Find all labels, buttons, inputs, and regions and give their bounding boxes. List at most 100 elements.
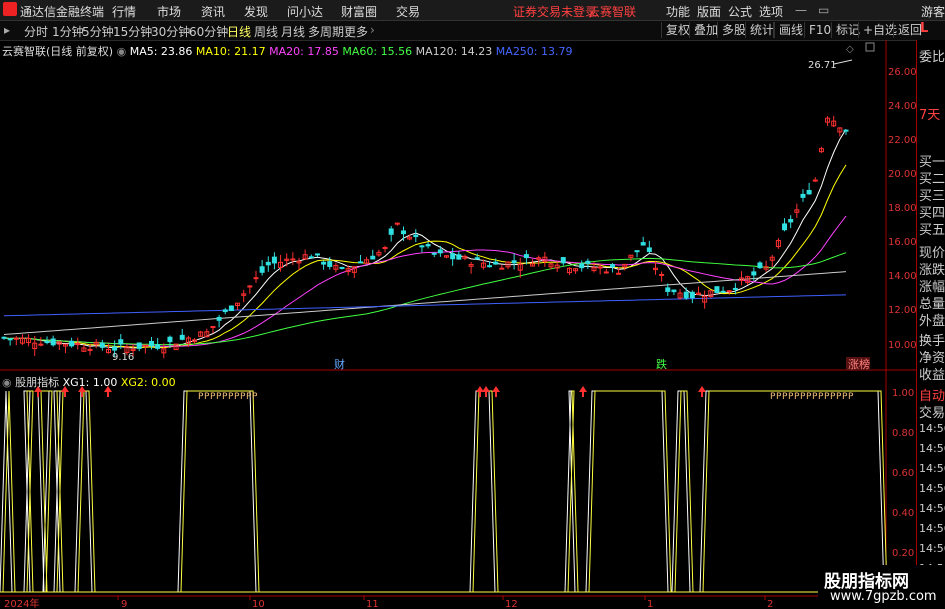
- side-7day[interactable]: 7天: [919, 104, 940, 123]
- event-marker-cai[interactable]: 财: [334, 357, 345, 371]
- candle-body: [357, 261, 363, 264]
- side-time: 14:56: [919, 522, 945, 535]
- candle-body: [118, 339, 124, 345]
- ma5-label: MA5: 23.86: [129, 45, 193, 58]
- maximize-chart-icon[interactable]: [865, 42, 875, 52]
- indicator-yaxis-labels: 1.00 0.80 0.60 0.40 0.20: [892, 388, 914, 559]
- menu-bar: 通达信金融终端 行情 市场 资讯 发现 问小达 财富圈 交易 证券交易未登录 云…: [0, 0, 945, 21]
- candle-body: [50, 338, 56, 346]
- menu-faxian[interactable]: 发现: [244, 3, 268, 20]
- watermark-box: 股朋指标网 www.7gpzb.com: [818, 565, 945, 609]
- candle-body: [247, 285, 253, 288]
- xtick: 9: [121, 599, 127, 609]
- menu-zixun[interactable]: 资讯: [201, 3, 225, 20]
- candle-body: [419, 245, 425, 248]
- candle-body: [228, 305, 234, 312]
- candle-body: [511, 260, 517, 264]
- xaxis-ticks: [117, 596, 766, 600]
- guest-label[interactable]: 游客: [921, 3, 945, 20]
- settings-icon[interactable]: ◉: [117, 45, 127, 58]
- diamond-icon[interactable]: ◇: [846, 44, 854, 55]
- draw-line-button[interactable]: 画线: [774, 22, 807, 38]
- candle-body: [609, 264, 615, 268]
- tab-period-1min[interactable]: 1分钟: [52, 23, 84, 40]
- tab-period-more[interactable]: 更多: [344, 23, 368, 40]
- candle-body: [843, 129, 849, 132]
- tab-period-multi[interactable]: 多周期: [308, 23, 344, 40]
- tab-period-daily[interactable]: 日线: [227, 23, 251, 40]
- buy-arrow-icon: [698, 386, 706, 392]
- ma250-label: MA250: 13.79: [495, 45, 573, 58]
- event-marker-die[interactable]: 跌: [656, 357, 667, 371]
- event-marker-zhangbang[interactable]: 涨榜: [848, 357, 870, 371]
- side-header: L: [920, 21, 929, 36]
- candle-body: [597, 266, 603, 269]
- tab-period-fenshi[interactable]: 分时: [24, 23, 48, 40]
- tab-period-15min[interactable]: 15分钟: [113, 23, 152, 40]
- indicator-settings-icon[interactable]: ◉: [2, 376, 12, 389]
- menu-hangqing[interactable]: 行情: [112, 3, 136, 20]
- high-price-pointer: [833, 59, 853, 65]
- menu-banmian[interactable]: 版面: [697, 3, 721, 20]
- candle-body: [290, 258, 296, 261]
- candle-body: [327, 261, 333, 267]
- candle-body: [585, 260, 591, 264]
- buy-arrow-icon: [492, 386, 500, 392]
- candle-body: [259, 266, 265, 273]
- toolbar-expand-icon[interactable]: ▸: [4, 23, 10, 37]
- ytick: 20.00: [888, 169, 916, 180]
- minimize-icon[interactable]: —: [795, 3, 807, 17]
- candle-body: [487, 265, 493, 268]
- side-weibi[interactable]: 委比: [919, 46, 945, 65]
- watermark-url: www.7gpzb.com: [830, 589, 937, 604]
- menu-xuanxiang[interactable]: 选项: [759, 3, 783, 20]
- stock-notice[interactable]: 云赛智联: [588, 3, 636, 20]
- ma20-label: MA20: 17.85: [269, 45, 339, 58]
- more-chevron-icon[interactable]: ›: [370, 23, 375, 37]
- menu-caifuquan[interactable]: 财富圈: [341, 3, 377, 20]
- candle-body: [388, 228, 394, 235]
- side-time: 14:56: [919, 482, 945, 495]
- candle-body: [720, 290, 726, 293]
- xtick: 1: [647, 599, 653, 609]
- menu-gongshi[interactable]: 公式: [728, 3, 752, 20]
- low-price-label: 9.16: [112, 352, 134, 363]
- flag-icon: P: [848, 392, 854, 402]
- candle-body: [800, 193, 806, 198]
- menu-jiaoyi[interactable]: 交易: [396, 3, 420, 20]
- app-logo-icon: [3, 2, 17, 16]
- period-toolbar: ▸ 分时 1分钟 5分钟 15分钟 30分钟 60分钟 日线 周线 月线 多周期…: [0, 21, 945, 41]
- candle-body: [646, 247, 652, 252]
- candlesticks: [1, 115, 849, 359]
- chart-area[interactable]: PPPPPPPPPPPPPPPPPPPPPPPP 26.71 9.16 财 跌 …: [0, 40, 916, 609]
- side-trades[interactable]: 交易: [919, 402, 945, 421]
- side-time: 14:56: [919, 542, 945, 555]
- menu-wenxiaoda[interactable]: 问小达: [287, 3, 323, 20]
- restore-icon[interactable]: ▭: [818, 3, 829, 17]
- side-buy5: 买五: [919, 223, 945, 238]
- ytick: 24.00: [888, 101, 916, 112]
- xtick: 10: [252, 599, 265, 609]
- menu-shichang[interactable]: 市场: [157, 3, 181, 20]
- candle-body: [265, 261, 271, 266]
- tab-period-weekly[interactable]: 周线: [254, 23, 278, 40]
- candle-body: [493, 261, 499, 265]
- tab-period-30min[interactable]: 30分钟: [151, 23, 190, 40]
- candle-body: [142, 344, 148, 347]
- tab-period-5min[interactable]: 5分钟: [82, 23, 114, 40]
- main-yaxis-labels: 26.00 24.00 22.00 20.00 18.00 16.00 14.0…: [888, 67, 916, 351]
- candle-body: [788, 218, 794, 223]
- tab-period-monthly[interactable]: 月线: [281, 23, 305, 40]
- buy-arrow-icon: [482, 386, 490, 392]
- candle-body: [370, 255, 376, 260]
- login-notice[interactable]: 证券交易未登录: [513, 3, 597, 20]
- tab-period-60min[interactable]: 60分钟: [189, 23, 228, 40]
- candle-body: [149, 340, 155, 347]
- candle-body: [431, 252, 437, 255]
- indicator-title[interactable]: 股朋指标: [15, 376, 59, 389]
- menu-gongneng[interactable]: 功能: [666, 3, 690, 20]
- candle-body: [450, 253, 456, 260]
- chart-title-line: 云赛智联(日线 前复权) ◉ MA5: 23.86 MA10: 21.17 MA…: [2, 43, 573, 59]
- chart-title[interactable]: 云赛智联(日线 前复权): [2, 45, 113, 58]
- ytick: 0.40: [892, 508, 914, 519]
